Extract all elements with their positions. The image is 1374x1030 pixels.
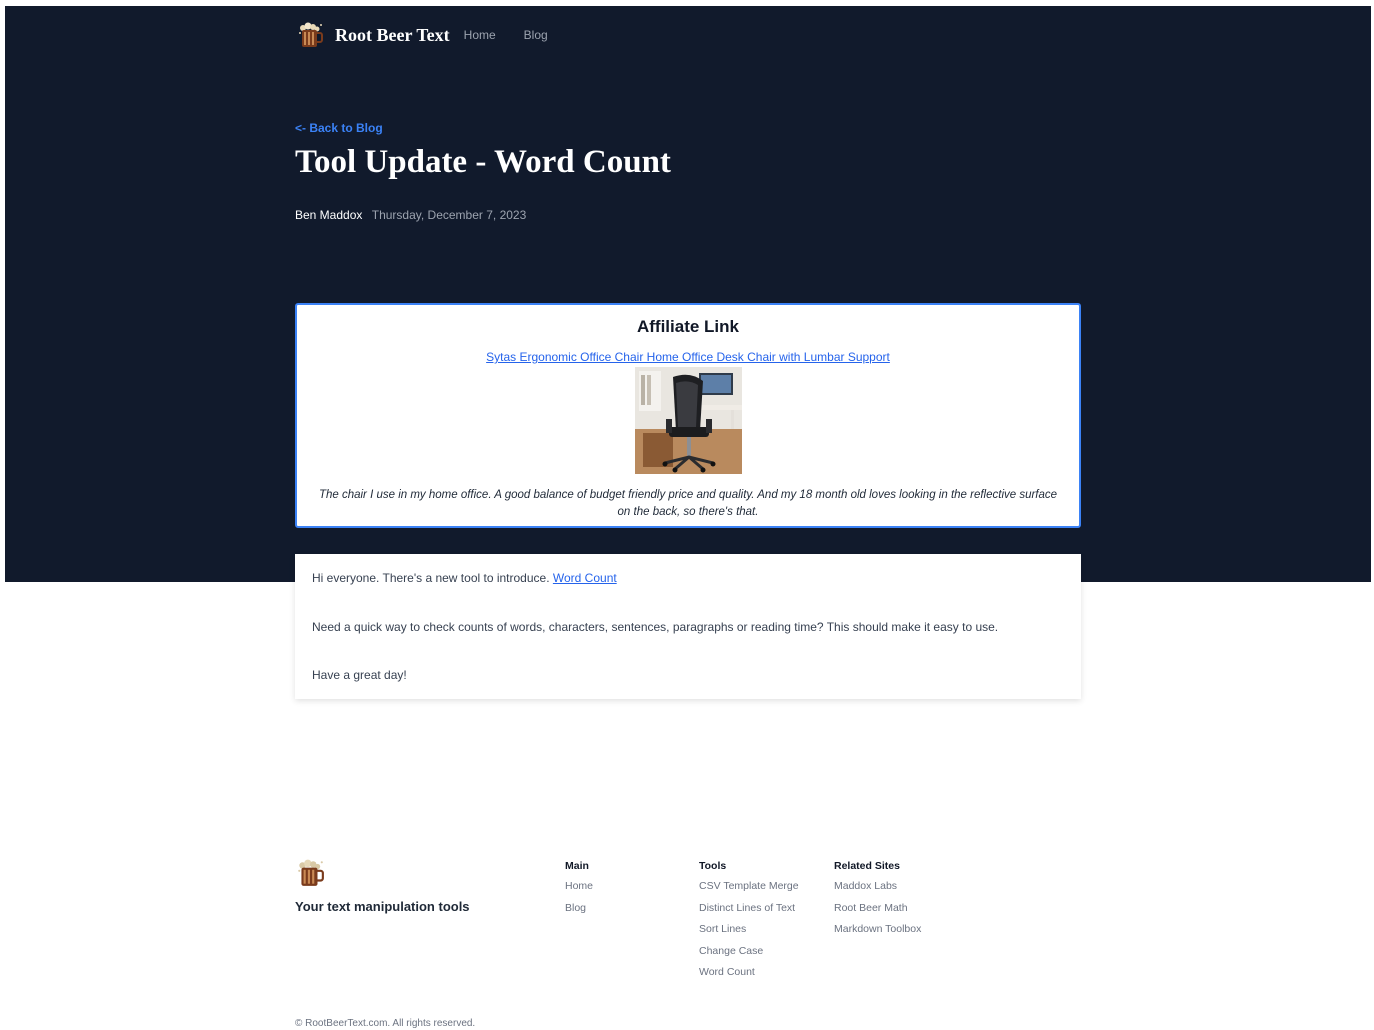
office-chair-image[interactable]	[634, 367, 742, 474]
footer-link-word-count[interactable]: Word Count	[699, 966, 799, 988]
top-nav: Root Beer Text Home Blog	[296, 20, 548, 50]
post-meta: Ben Maddox Thursday, December 7, 2023	[295, 208, 526, 222]
intro-text: Hi everyone. There's a new tool to intro…	[312, 571, 550, 585]
footer-link-blog[interactable]: Blog	[565, 902, 593, 924]
footer-related-heading: Related Sites	[834, 860, 900, 872]
footer-tools-column: Tools CSV Template Merge Distinct Lines …	[699, 860, 799, 988]
footer-link-csv-template-merge[interactable]: CSV Template Merge	[699, 880, 799, 902]
footer-link-home[interactable]: Home	[565, 880, 593, 902]
footer-link-root-beer-math[interactable]: Root Beer Math	[834, 902, 921, 924]
footer-related-column: Related Sites Maddox Labs Root Beer Math…	[834, 860, 921, 945]
footer-tagline: Your text manipulation tools	[295, 899, 470, 914]
footer-link-sort-lines[interactable]: Sort Lines	[699, 923, 799, 945]
footer-link-distinct-lines[interactable]: Distinct Lines of Text	[699, 902, 799, 924]
post-author: Ben Maddox	[295, 208, 363, 222]
footer-link-markdown-toolbox[interactable]: Markdown Toolbox	[834, 923, 921, 945]
footer-link-maddox-labs[interactable]: Maddox Labs	[834, 880, 921, 902]
nav-home-link[interactable]: Home	[464, 28, 496, 42]
footer-main-column: Main Home Blog	[565, 860, 593, 923]
root-beer-mug-icon[interactable]	[295, 858, 325, 888]
content-paragraph-intro: Hi everyone. There's a new tool to intro…	[312, 571, 1064, 620]
content-paragraph-description: Need a quick way to check counts of word…	[312, 619, 999, 634]
post-title: Tool Update - Word Count	[295, 144, 671, 180]
back-to-blog-link[interactable]: <- Back to Blog	[295, 121, 383, 135]
brand-name[interactable]: Root Beer Text	[335, 25, 450, 46]
affiliate-product-link[interactable]: Sytas Ergonomic Office Chair Home Office…	[486, 350, 890, 364]
content-paragraph-signoff: Have a great day!	[312, 668, 407, 682]
nav-blog-link[interactable]: Blog	[524, 28, 548, 42]
root-beer-mug-icon[interactable]	[296, 21, 324, 49]
affiliate-heading: Affiliate Link	[636, 317, 739, 336]
affiliate-caption: The chair I use in my home office. A goo…	[318, 489, 1058, 518]
footer-main-heading: Main	[565, 860, 589, 872]
post-date: Thursday, December 7, 2023	[371, 208, 527, 222]
word-count-link[interactable]: Word Count	[553, 571, 617, 585]
copyright: © RootBeerText.com. All rights reserved.	[295, 1018, 476, 1029]
post-content: Hi everyone. There's a new tool to intro…	[295, 554, 1081, 699]
footer-tools-heading: Tools	[699, 860, 727, 872]
footer-link-change-case[interactable]: Change Case	[699, 945, 799, 967]
affiliate-box: Affiliate Link Sytas Ergonomic Office Ch…	[295, 303, 1081, 528]
